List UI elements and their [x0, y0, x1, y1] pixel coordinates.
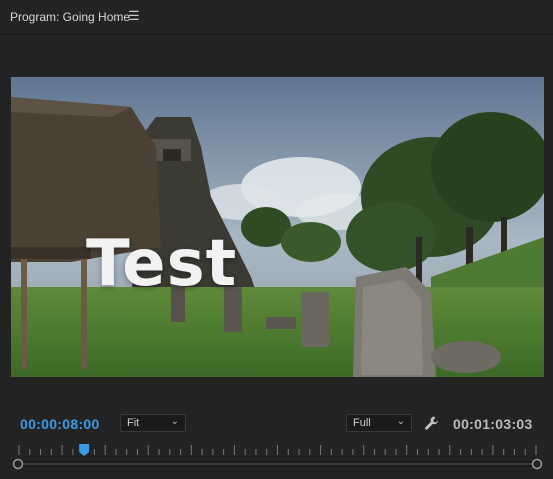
zoom-level-value: Fit: [127, 417, 140, 429]
zoom-handle-right[interactable]: [531, 458, 543, 470]
playback-resolution-value: Full: [353, 417, 371, 429]
duration-timecode: 00:01:03:03: [453, 416, 533, 432]
panel-title[interactable]: Program: Going Home: [10, 10, 130, 24]
zoom-level-select[interactable]: Fit ⌄: [120, 414, 186, 432]
video-preview[interactable]: Test: [11, 77, 544, 377]
chevron-down-icon: ⌄: [396, 416, 405, 427]
playhead[interactable]: [79, 444, 90, 456]
ruler-ticks: [18, 445, 537, 455]
panel-header: Program: Going Home ☰: [0, 0, 553, 35]
time-ruler[interactable]: [11, 440, 544, 470]
wrench-icon[interactable]: [424, 415, 440, 431]
playback-controls-bar: 00:00:08:00 Fit ⌄ Full ⌄ 00:01:03:03: [0, 408, 553, 438]
current-timecode[interactable]: 00:00:08:00: [20, 416, 100, 432]
chevron-down-icon: ⌄: [170, 416, 179, 427]
title-overlay-text[interactable]: Test: [86, 227, 237, 301]
zoom-handle-left[interactable]: [12, 458, 24, 470]
playback-resolution-select[interactable]: Full ⌄: [346, 414, 412, 432]
hamburger-menu-icon[interactable]: ☰: [128, 8, 140, 24]
program-monitor-panel: Program: Going Home ☰ Test 00:00:08:00 F…: [0, 0, 553, 479]
